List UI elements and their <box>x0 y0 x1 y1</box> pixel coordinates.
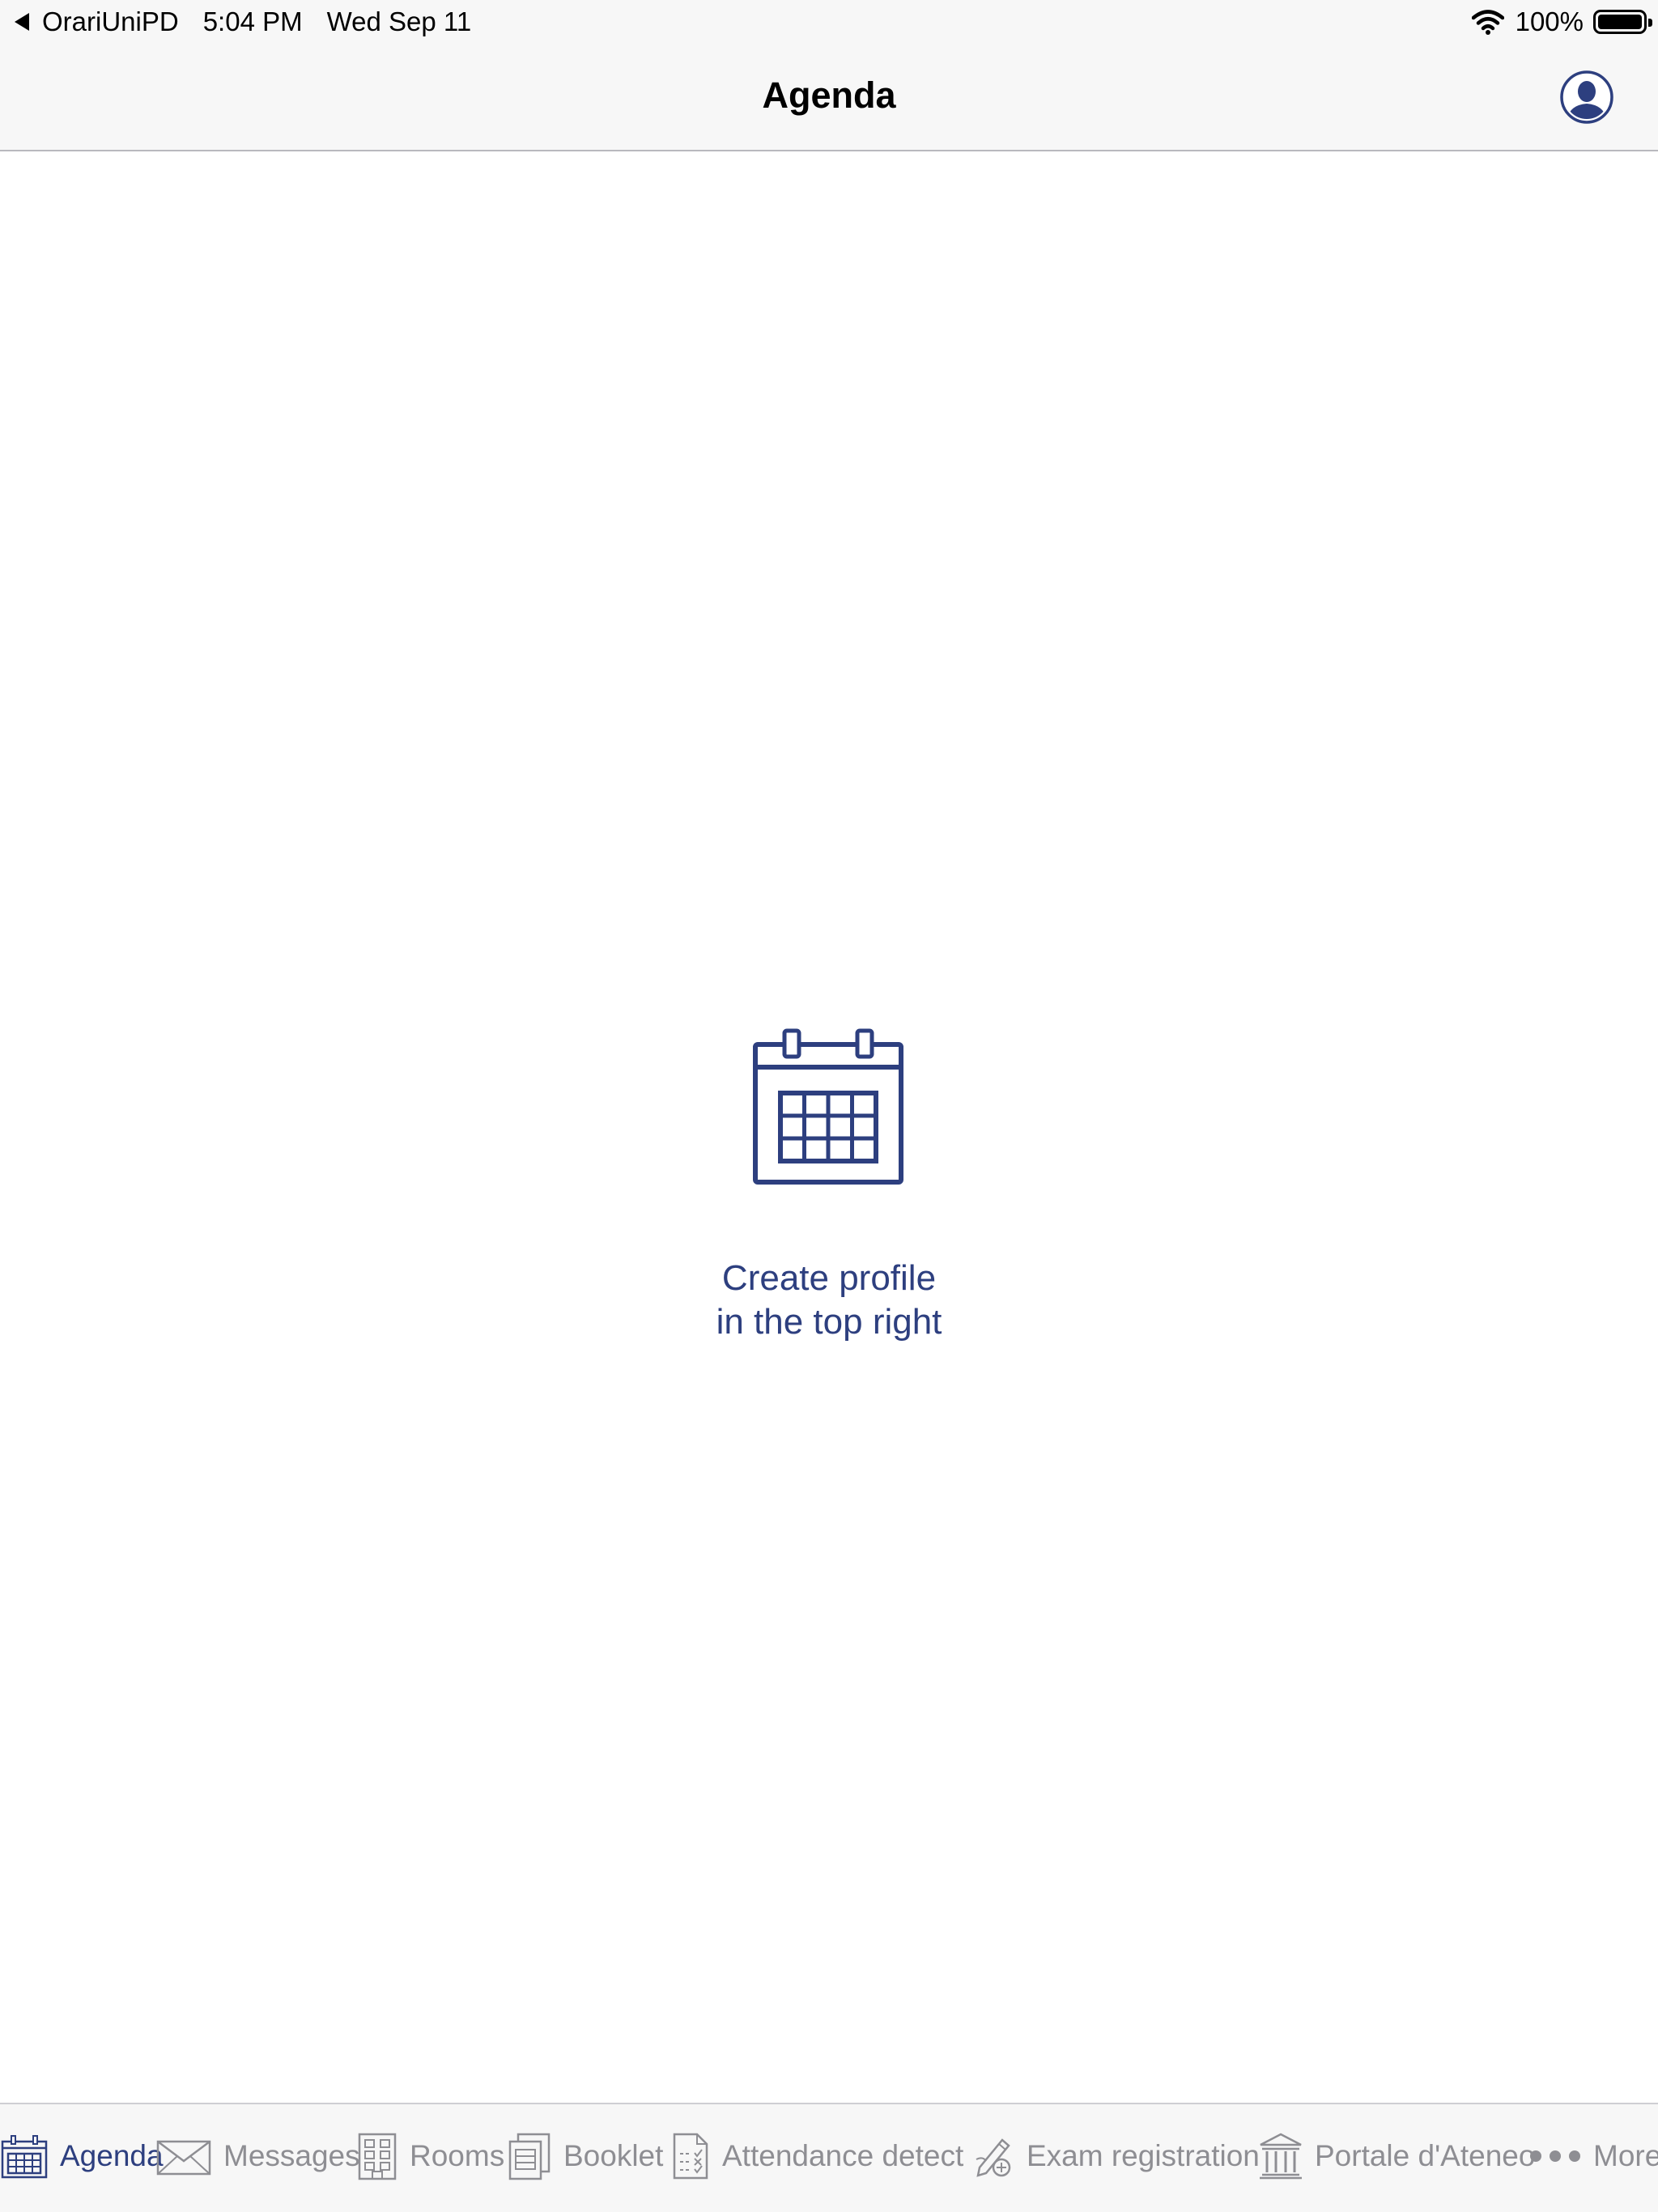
calendar-icon <box>1 2135 48 2179</box>
back-arrow-icon <box>15 13 29 31</box>
checklist-icon <box>673 2133 708 2180</box>
tab-label: Attendance detect <box>722 2139 964 2172</box>
empty-state-line-1: Create profile <box>721 1258 937 1298</box>
status-bar: OrariUniPD 5:04 PM Wed Sep 11 100% <box>0 0 1658 44</box>
battery-icon <box>1593 10 1652 34</box>
building-icon <box>358 2133 397 2180</box>
tab-label: Messages <box>223 2139 360 2172</box>
tab-label: Exam registration <box>1027 2139 1260 2172</box>
profile-icon[interactable] <box>1559 70 1614 125</box>
tab-agenda[interactable]: Agenda <box>0 2132 164 2180</box>
top-bar: OrariUniPD 5:04 PM Wed Sep 11 100% Agend… <box>0 0 1658 151</box>
tab-label: Portale d'Ateneo <box>1315 2139 1536 2172</box>
empty-state-message: Create profile in the top right <box>0 1257 1658 1344</box>
tab-label: Rooms <box>410 2139 505 2172</box>
status-date: Wed Sep 11 <box>326 6 472 36</box>
booklet-icon <box>508 2133 551 2180</box>
pen-icon <box>976 2138 1011 2177</box>
more-icon <box>1530 2150 1580 2162</box>
envelope-icon <box>156 2140 211 2176</box>
status-time: 5:04 PM <box>202 6 303 36</box>
tab-exam-registration[interactable]: Exam registration <box>973 2132 1260 2180</box>
battery-percent: 100% <box>1515 6 1584 36</box>
tab-messages[interactable]: Messages <box>155 2132 360 2180</box>
tab-label: Booklet <box>563 2139 664 2172</box>
tab-booklet[interactable]: Booklet <box>507 2132 663 2180</box>
back-to-app[interactable]: OrariUniPD 5:04 PM Wed Sep 11 <box>15 6 495 37</box>
tab-label: More <box>1593 2139 1658 2172</box>
back-app-label: OrariUniPD <box>42 6 179 36</box>
page-title: Agenda <box>762 74 896 116</box>
tab-portale-d-ateneo[interactable]: Portale d'Ateneo <box>1258 2132 1535 2180</box>
tab-attendance-detect[interactable]: Attendance detect <box>670 2132 963 2180</box>
empty-state-line-2: in the top right <box>716 1302 942 1342</box>
calendar-icon <box>753 1028 903 1185</box>
tab-bar: Agenda Messages Rooms Booklet Attendance… <box>0 2103 1658 2212</box>
screen: OrariUniPD 5:04 PM Wed Sep 11 100% Agend… <box>0 0 1658 2212</box>
tab-rooms[interactable]: Rooms <box>356 2132 504 2180</box>
status-indicators: 100% <box>1471 6 1652 37</box>
tab-label: Agenda <box>60 2139 164 2172</box>
wifi-icon <box>1471 10 1504 35</box>
tab-more[interactable]: More <box>1528 2132 1658 2180</box>
institution-icon <box>1260 2133 1302 2180</box>
